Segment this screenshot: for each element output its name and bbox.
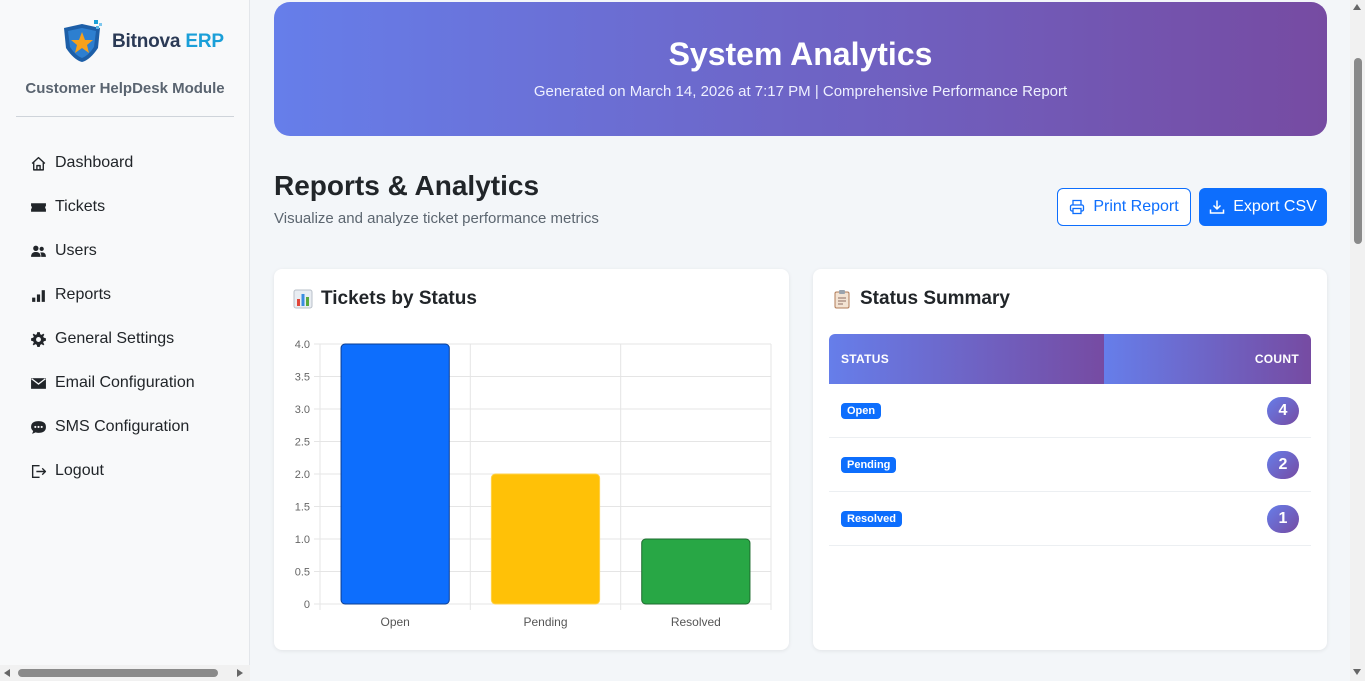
summary-card-title: Status Summary — [860, 288, 1010, 309]
bitnova-logo-icon — [64, 20, 102, 62]
sidebar-item-tickets[interactable]: Tickets — [24, 185, 234, 229]
scroll-down-arrow-icon[interactable] — [1353, 669, 1361, 675]
count-badge: 4 — [1267, 396, 1299, 425]
export-csv-button[interactable]: Export CSV — [1199, 188, 1327, 226]
bar-pending — [490, 473, 601, 605]
scrollbar-thumb[interactable] — [1354, 58, 1362, 244]
status-summary-card: Status Summary STATUS COUNT Open 4 Pendi… — [813, 269, 1327, 650]
scroll-up-arrow-icon[interactable] — [1353, 4, 1361, 10]
sidebar: Bitnova ERP Customer HelpDesk Module Das… — [0, 0, 250, 681]
sidebar-item-general-settings[interactable]: General Settings — [24, 317, 234, 361]
module-title: Customer HelpDesk Module — [25, 80, 225, 97]
analytics-banner: System Analytics Generated on March 14, … — [274, 2, 1327, 136]
bar-resolved — [641, 538, 751, 605]
tickets-bar-chart: 0 0.5 1.0 1.5 2.0 2.5 3.0 3.5 4.0 Open Pending Reso… — [295, 339, 772, 629]
envelope-icon — [31, 377, 46, 389]
sidebar-divider — [16, 116, 234, 117]
export-csv-label: Export CSV — [1233, 198, 1317, 215]
status-badge: Pending — [841, 456, 897, 473]
page-title: Reports & Analytics — [274, 170, 540, 201]
banner-title: System Analytics — [668, 36, 933, 72]
home-icon — [31, 156, 46, 171]
sidebar-item-label: Reports — [55, 286, 112, 303]
sidebar-item-label: Logout — [55, 462, 104, 479]
sidebar-nav: Dashboard Tickets Users Reports General … — [24, 141, 234, 493]
banner-subtitle: Generated on March 14, 2026 at 7:17 PM |… — [533, 83, 1068, 100]
sidebar-item-sms-configuration[interactable]: SMS Configuration — [24, 405, 234, 449]
chat-icon — [31, 420, 46, 434]
x-tick-label: Pending — [523, 615, 567, 629]
bar-chart-icon — [32, 289, 45, 302]
scrollbar-thumb[interactable] — [18, 669, 218, 677]
status-badge: Open — [841, 402, 882, 419]
table-row: Open 4 — [829, 384, 1311, 438]
count-badge: 1 — [1267, 504, 1299, 533]
y-tick-label: 3.0 — [295, 404, 310, 416]
download-icon — [1209, 200, 1225, 214]
y-tick-label: 2.5 — [295, 437, 310, 449]
status-badge: Resolved — [841, 510, 902, 527]
print-report-button[interactable]: Print Report — [1057, 188, 1191, 226]
y-tick-label: 2.0 — [295, 469, 310, 481]
page-subtitle: Visualize and analyze ticket performance… — [274, 210, 599, 227]
sidebar-item-label: Email Configuration — [55, 374, 195, 391]
y-tick-label: 4.0 — [295, 339, 310, 351]
bar-open — [340, 343, 450, 605]
gear-icon — [31, 331, 46, 347]
y-tick-label: 0.5 — [295, 567, 310, 579]
brand-suffix: ERP — [185, 31, 224, 52]
sidebar-item-users[interactable]: Users — [24, 229, 234, 273]
count-badge: 2 — [1267, 450, 1299, 479]
brand[interactable]: Bitnova ERP — [60, 20, 224, 64]
sidebar-item-label: Tickets — [55, 198, 106, 215]
summary-table-header: STATUS COUNT — [829, 334, 1311, 384]
y-tick-label: 1.0 — [295, 534, 310, 546]
sidebar-item-label: General Settings — [55, 330, 175, 347]
sidebar-item-logout[interactable]: Logout — [24, 449, 234, 493]
scroll-left-arrow-icon[interactable] — [4, 669, 10, 677]
users-icon — [31, 245, 46, 257]
clipboard-icon — [834, 290, 850, 309]
sidebar-item-reports[interactable]: Reports — [24, 273, 234, 317]
sidebar-item-label: Dashboard — [55, 154, 134, 171]
x-tick-label: Open — [380, 615, 409, 629]
page-vertical-scrollbar[interactable] — [1350, 0, 1365, 681]
sidebar-item-label: Users — [55, 242, 97, 259]
scroll-right-arrow-icon[interactable] — [237, 669, 243, 677]
table-row: Pending 2 — [829, 438, 1311, 492]
y-tick-label: 1.5 — [295, 502, 310, 514]
y-tick-label: 0 — [304, 599, 310, 611]
logout-icon — [31, 464, 47, 478]
brand-name: Bitnova — [112, 31, 181, 52]
tickets-by-status-card: Tickets by Status 0 0.5 1.0 1.5 2.0 2.5 3.0 3.5… — [274, 269, 789, 650]
sidebar-item-label: SMS Configuration — [55, 418, 190, 435]
sidebar-horizontal-scrollbar[interactable] — [0, 665, 250, 681]
sidebar-item-dashboard[interactable]: Dashboard — [24, 141, 234, 185]
printer-icon — [1070, 199, 1085, 215]
column-header-count: COUNT — [1104, 334, 1311, 384]
table-row: Resolved 1 — [829, 492, 1311, 546]
y-tick-label: 3.5 — [295, 372, 310, 384]
ticket-icon — [31, 202, 46, 212]
x-tick-label: Resolved — [671, 615, 721, 629]
column-header-status: STATUS — [829, 334, 1104, 384]
sidebar-item-email-configuration[interactable]: Email Configuration — [24, 361, 234, 405]
print-report-label: Print Report — [1093, 198, 1179, 215]
